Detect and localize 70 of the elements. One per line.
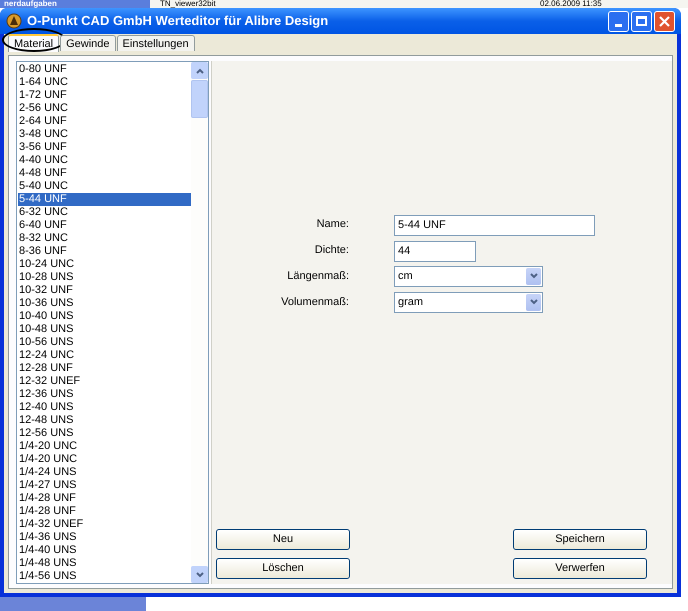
list-item[interactable]: 12-32 UNEF — [18, 375, 191, 388]
dropdown[interactable]: gram — [394, 292, 543, 312]
list-item[interactable]: 1/4-28 UNF — [18, 492, 191, 505]
list-item[interactable]: 6-32 UNC — [18, 206, 191, 219]
scrollbar[interactable] — [191, 62, 208, 583]
list-item[interactable]: 1/4-32 UNEF — [18, 518, 191, 531]
list-item[interactable]: 2-64 UNF — [18, 115, 191, 128]
text-field[interactable]: 44 — [394, 240, 476, 262]
dialog-button[interactable]: Verwerfen — [513, 558, 647, 579]
list-item[interactable]: 12-36 UNS — [18, 388, 191, 401]
list-item[interactable]: 1/4-40 UNS — [18, 544, 191, 557]
list-item[interactable]: 10-40 UNS — [18, 310, 191, 323]
list-item[interactable]: 5-40 UNC — [18, 180, 191, 193]
scroll-down-icon[interactable] — [191, 566, 208, 583]
app-logo-icon — [6, 13, 22, 29]
list-item[interactable]: 12-48 UNS — [18, 414, 191, 427]
list-item[interactable]: 1-72 UNF — [18, 89, 191, 102]
list-item[interactable]: 8-32 UNC — [18, 232, 191, 245]
list-item[interactable]: 12-40 UNS — [18, 401, 191, 414]
list-item[interactable]: 10-32 UNF — [18, 284, 191, 297]
scroll-up-icon[interactable] — [191, 62, 208, 79]
close-icon — [659, 16, 670, 26]
list-item[interactable]: 0-80 UNF — [18, 63, 191, 76]
desktop-text: 02.06.2009 11:35 — [540, 0, 602, 8]
list-item[interactable]: 10-24 UNC — [18, 258, 191, 271]
field-label: Name: — [316, 216, 349, 232]
list-item[interactable]: 5-44 UNF — [18, 193, 191, 206]
maximize-button[interactable] — [631, 10, 652, 32]
list-item[interactable]: 1/4-48 UNS — [18, 557, 191, 570]
minimize-button[interactable] — [608, 10, 629, 32]
list-item[interactable]: 3-48 UNC — [18, 128, 191, 141]
list-item[interactable]: 10-36 UNS — [18, 297, 191, 310]
list-item[interactable]: 1/4-27 UNS — [18, 479, 191, 492]
desktop-text: nerdaufgaben — [0, 0, 150, 8]
list-item[interactable]: 3-56 UNF — [18, 141, 191, 154]
scroll-thumb[interactable] — [191, 80, 208, 118]
list-item[interactable]: 8-36 UNF — [18, 245, 191, 258]
list-item[interactable]: 12-28 UNF — [18, 362, 191, 375]
list-item[interactable]: 1/4-28 UNF — [18, 505, 191, 518]
list-item[interactable]: 10-56 UNS — [18, 336, 191, 349]
text-field[interactable]: 5-44 UNF — [394, 214, 595, 236]
tab[interactable]: Material — [8, 34, 60, 52]
list-item[interactable]: 1/4-24 UNS — [18, 466, 191, 479]
close-button[interactable] — [654, 10, 675, 32]
tab[interactable]: Gewinde — [60, 35, 116, 51]
window-title: O-Punkt CAD GmbH Werteditor für Alibre Design — [27, 12, 328, 30]
field-label: Volumenmaß: — [280, 294, 349, 310]
dialog-button[interactable]: Speichern — [513, 529, 647, 550]
list-item[interactable]: 1/4-36 UNS — [18, 531, 191, 544]
list-item[interactable]: 6-40 UNF — [18, 219, 191, 232]
list-item[interactable]: 1/4-20 UNC — [18, 440, 191, 453]
list-item[interactable]: 10-48 UNS — [18, 323, 191, 336]
list-item[interactable]: 1/4-20 UNC — [18, 453, 191, 466]
list-item[interactable]: 12-56 UNS — [18, 427, 191, 440]
list-item[interactable]: 12-24 UNC — [18, 349, 191, 362]
field-label: Dichte: — [314, 242, 349, 258]
chevron-down-icon — [526, 268, 541, 284]
field-label: Längenmaß: — [286, 268, 349, 284]
list-item[interactable]: 4-48 UNF — [18, 167, 191, 180]
list-item[interactable]: 10-28 UNS — [18, 271, 191, 284]
chevron-down-icon — [526, 294, 541, 310]
list-item[interactable]: 4-40 UNC — [18, 154, 191, 167]
list-item[interactable]: 1/4-56 UNS — [18, 570, 191, 583]
dropdown[interactable]: cm — [394, 266, 543, 286]
tab[interactable]: Einstellungen — [116, 35, 195, 51]
dialog-button[interactable]: Löschen — [216, 558, 350, 579]
desktop-text: TN_viewer32bit — [160, 0, 217, 8]
list-item[interactable]: 1-64 UNC — [18, 76, 191, 89]
dialog-button[interactable]: Neu — [216, 529, 350, 550]
list-item[interactable]: 2-56 UNC — [18, 102, 191, 115]
